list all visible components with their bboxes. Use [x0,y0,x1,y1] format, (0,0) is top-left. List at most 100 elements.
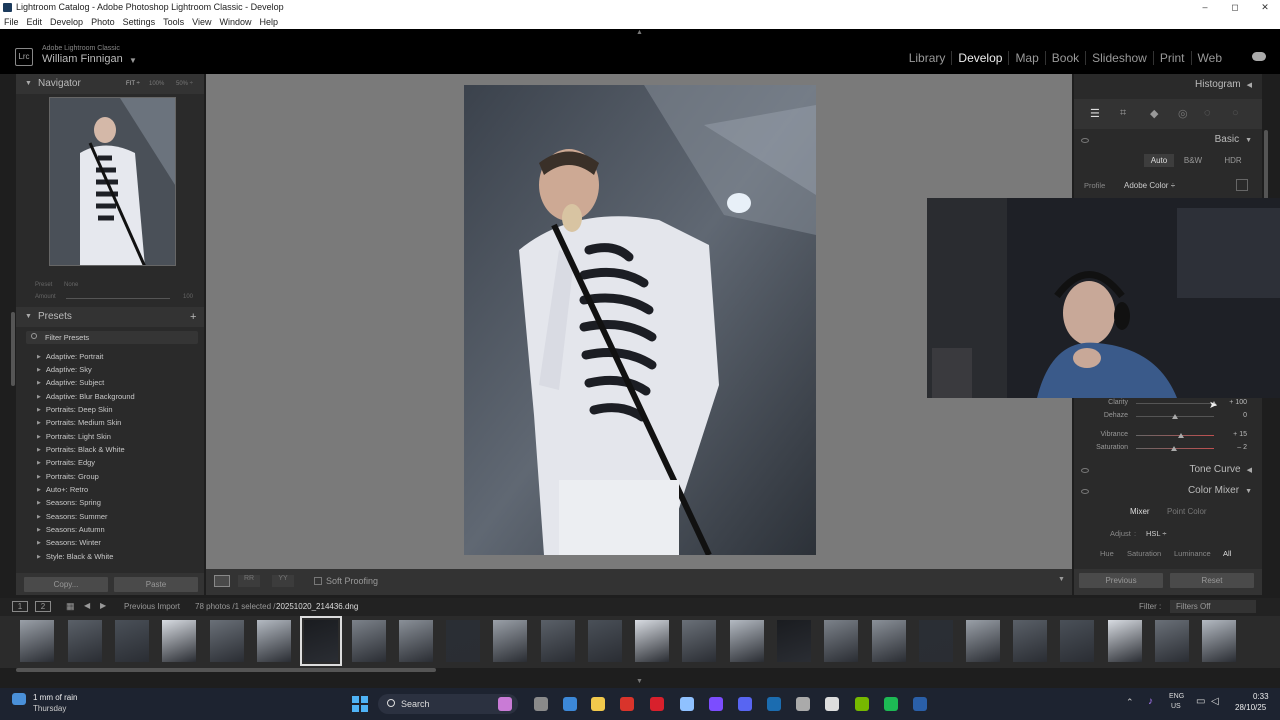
navigator-header[interactable]: ▼ Navigator FIT ÷ 100% 50% ÷ [16,74,204,94]
chevron-down-icon[interactable]: ▼ [129,56,137,65]
before-after-split-icon[interactable]: YY [272,575,294,587]
language-code[interactable]: ENG [1169,693,1184,700]
filmstrip-thumbnail[interactable] [257,620,291,662]
hdr-button[interactable]: HDR [1218,154,1248,167]
dehaze-thumb[interactable] [1172,414,1178,419]
module-library[interactable]: Library [903,51,952,65]
amount-slider[interactable] [66,298,170,299]
user-name[interactable]: William Finnigan [42,53,123,65]
filmstrip-thumbnail[interactable] [68,620,102,662]
browser-icon[interactable] [680,697,694,711]
filmstrip-thumbnail[interactable] [1060,620,1094,662]
collapse-bottom-icon[interactable]: ▼ [636,678,643,685]
grid-view-icon[interactable]: ▦ [66,601,75,612]
filmstrip-thumbnail[interactable] [352,620,386,662]
filmstrip-thumbnail[interactable] [919,620,953,662]
back-arrow-icon[interactable]: ◀ [84,601,90,610]
preset-group[interactable]: Seasons: Summer [37,512,108,521]
chrome-icon[interactable] [796,697,810,711]
menu-photo[interactable]: Photo [87,15,119,29]
vibrance-thumb[interactable] [1177,433,1184,438]
left-scrollbar[interactable] [11,312,15,386]
hue-tab[interactable]: Hue [1100,549,1114,558]
filmstrip-thumbnail[interactable] [966,620,1000,662]
paste-button[interactable]: Paste [114,577,198,592]
presets-header[interactable]: ▼ Presets + [16,307,204,327]
bw-button[interactable]: B&W [1178,154,1208,167]
clock-time[interactable]: 0:33 [1253,692,1269,701]
minimize-button[interactable]: – [1190,0,1220,15]
maximize-button[interactable]: ◻ [1220,0,1250,15]
reset-button[interactable]: Reset [1170,573,1254,588]
preset-group[interactable]: Portraits: Light Skin [37,432,111,441]
preset-group[interactable]: Seasons: Autumn [37,525,105,534]
eye-icon[interactable] [1081,489,1089,494]
preset-group[interactable]: Portraits: Edgy [37,458,95,467]
preset-group[interactable]: Style: Black & White [37,552,114,561]
display-1-button[interactable]: 1 [12,601,28,612]
filter-select[interactable]: Filters Off [1170,600,1256,613]
profile-browser-icon[interactable] [1236,179,1248,191]
module-web[interactable]: Web [1190,51,1228,65]
vibrance-slider[interactable] [1136,435,1214,436]
network-icon[interactable]: ▭ [1196,696,1205,707]
main-photo[interactable] [464,85,816,555]
display-2-button[interactable]: 2 [35,601,51,612]
previous-button[interactable]: Previous [1079,573,1163,588]
filmstrip-thumbnail[interactable] [493,620,527,662]
menu-edit[interactable]: Edit [23,15,47,29]
steam-icon[interactable] [767,697,781,711]
preset-group[interactable]: Seasons: Spring [37,498,101,507]
filmstrip-thumbnail[interactable] [872,620,906,662]
filmstrip-thumbnail[interactable] [1202,620,1236,662]
filmstrip-thumbnail[interactable] [1013,620,1047,662]
spotify-icon[interactable] [884,697,898,711]
filmstrip-thumbnail[interactable] [162,620,196,662]
color-mixer-header[interactable]: Color Mixer ▼ [1188,485,1252,496]
filmstrip-thumbnail[interactable] [20,620,54,662]
soft-proofing-checkbox[interactable] [314,577,322,585]
microphone-icon[interactable]: ♪ [1148,696,1153,707]
module-book[interactable]: Book [1044,51,1085,65]
filmstrip-thumbnail[interactable] [1108,620,1142,662]
point-color-tab[interactable]: Point Color [1167,507,1207,516]
filmstrip-thumbnail[interactable] [210,620,244,662]
weather-icon[interactable] [12,693,26,705]
eye-icon[interactable] [1081,468,1089,473]
saturation-value[interactable]: – 2 [1219,444,1247,451]
all-tab[interactable]: All [1223,549,1231,558]
gog-icon[interactable] [825,697,839,711]
opera-icon[interactable] [650,697,664,711]
cloud-icon[interactable] [1252,52,1266,61]
before-after-icon[interactable]: RR [238,575,260,587]
menu-settings[interactable]: Settings [119,15,160,29]
preset-group[interactable]: Adaptive: Blur Background [37,392,135,401]
filter-presets-field[interactable]: Filter Presets [26,331,198,344]
tray-chevron-icon[interactable]: ⌃ [1126,697,1134,708]
histogram-header[interactable]: Histogram ◀ [1195,79,1252,90]
edit-sliders-icon[interactable]: ☰ [1090,107,1100,120]
basic-header[interactable]: Basic ▼ [1215,134,1252,145]
discord-icon[interactable] [738,697,752,711]
luminance-tab[interactable]: Luminance [1174,549,1211,558]
menu-window[interactable]: Window [216,15,256,29]
auto-button[interactable]: Auto [1144,154,1174,167]
filmstrip-scrollbar[interactable] [16,668,436,672]
menu-develop[interactable]: Develop [46,15,87,29]
windows-start-icon[interactable] [352,696,368,712]
module-map[interactable]: Map [1008,51,1044,65]
add-preset-icon[interactable]: + [190,307,196,327]
photos-icon[interactable] [563,697,577,711]
loupe-view-icon[interactable] [214,575,230,587]
menu-help[interactable]: Help [256,15,283,29]
nvidia-icon[interactable] [855,697,869,711]
zoom-fit[interactable]: FIT ÷ [126,74,140,94]
healing-icon[interactable]: ◆ [1150,107,1158,120]
folder-icon[interactable] [591,697,605,711]
menu-view[interactable]: View [188,15,215,29]
weather-text[interactable]: 1 mm of rain [33,693,77,702]
dehaze-value[interactable]: 0 [1219,412,1247,419]
lightroom-icon[interactable] [913,697,927,711]
red-eye-icon[interactable]: ◎ [1178,107,1188,120]
volume-icon[interactable]: ◁ [1211,696,1219,707]
